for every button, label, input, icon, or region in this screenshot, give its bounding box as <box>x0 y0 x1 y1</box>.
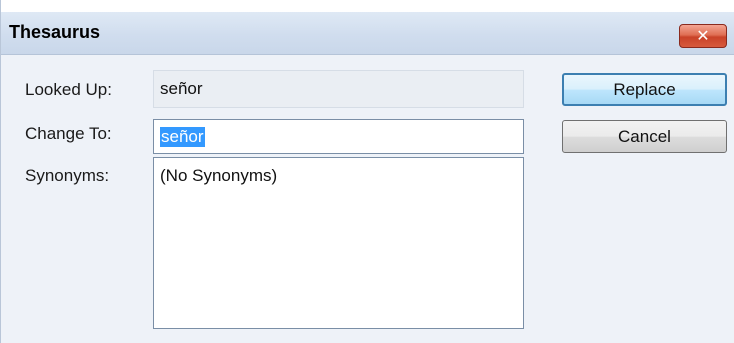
synonyms-label: Synonyms: <box>25 166 110 185</box>
synonyms-list[interactable]: (No Synonyms) <box>153 157 524 329</box>
replace-button[interactable]: Replace <box>562 73 727 106</box>
close-icon: ✕ <box>696 28 710 45</box>
change-to-value: señor <box>160 126 205 147</box>
list-item[interactable]: (No Synonyms) <box>160 166 517 186</box>
looked-up-field: señor <box>153 70 524 108</box>
title-bar: Thesaurus ✕ <box>1 12 734 55</box>
change-to-label: Change To: <box>25 124 112 143</box>
replace-button-label: Replace <box>613 79 676 99</box>
looked-up-label: Looked Up: <box>25 80 112 99</box>
cancel-button-label: Cancel <box>618 126 671 146</box>
close-button[interactable]: ✕ <box>679 24 727 48</box>
cancel-button[interactable]: Cancel <box>562 120 727 153</box>
top-strip <box>1 0 734 12</box>
looked-up-value: señor <box>160 79 203 98</box>
window-title: Thesaurus <box>9 22 101 42</box>
thesaurus-dialog: Thesaurus ✕ Looked Up: señor Change To: … <box>0 0 734 343</box>
change-to-input[interactable]: señor <box>153 119 524 154</box>
